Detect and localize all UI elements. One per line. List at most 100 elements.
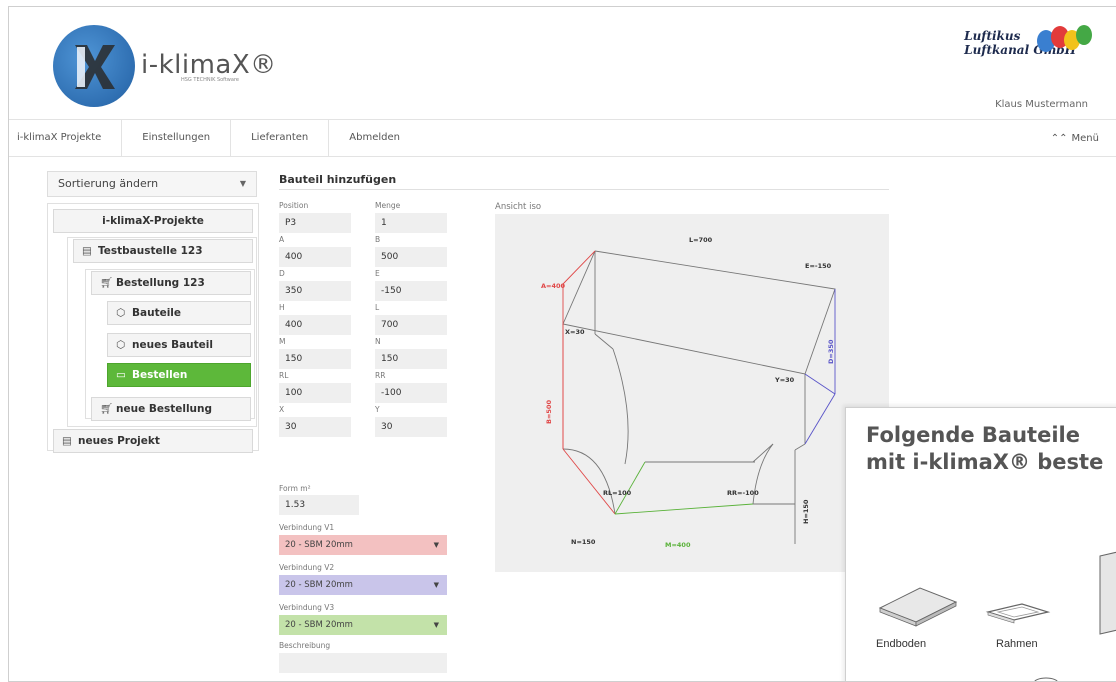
main-nav: i-klimaX Projekte Einstellungen Lieferan…	[9, 119, 1116, 157]
form-area-field[interactable]: 1.53	[279, 495, 359, 515]
nav-projects[interactable]: i-klimaX Projekte	[9, 119, 123, 157]
dropdown-arrow-icon: ▼	[433, 541, 439, 549]
tree-new-order-label: neue Bestellung	[116, 403, 213, 415]
app-logo[interactable]: i-klimaX® HSG TECHNIK Software	[53, 25, 277, 107]
field-a-label: A	[279, 235, 285, 244]
dim-a: A=400	[541, 282, 566, 290]
tree-site-label: Testbaustelle 123	[98, 245, 203, 257]
field-n-input[interactable]: 150	[375, 349, 447, 369]
dim-rr: RR=-100	[727, 489, 759, 497]
field-menge-input[interactable]: 1	[375, 213, 447, 233]
v2-select[interactable]: 20 - SBM 20mm ▼	[279, 575, 447, 595]
field-l-label: L	[375, 303, 380, 312]
promo-title: Folgende Bauteile mit i-klimaX® beste	[866, 422, 1103, 476]
tree-root[interactable]: i-klimaX-Projekte	[53, 209, 253, 233]
dim-n: N=150	[571, 538, 596, 546]
dim-rl: RL=100	[603, 489, 632, 497]
field-h-input[interactable]: 400	[279, 315, 351, 335]
sort-dropdown[interactable]: Sortierung ändern ▼	[47, 171, 257, 197]
field-position-label: Position	[279, 201, 309, 210]
field-x-input[interactable]: 30	[279, 417, 351, 437]
promo-item-rahmen[interactable]: Rahmen	[996, 638, 1038, 650]
menu-chevron-icon: ⌃⌃	[1050, 133, 1068, 144]
dim-h: H=150	[802, 499, 810, 524]
kanal-image	[1099, 551, 1116, 635]
dim-b: B=500	[545, 400, 553, 424]
dim-e: E=-150	[805, 262, 832, 270]
view-label: Ansicht iso	[495, 202, 542, 212]
tree-site[interactable]: ▤ Testbaustelle 123	[73, 239, 253, 263]
promo-title-line-1: Folgende Bauteile	[866, 423, 1080, 447]
dim-y: Y=30	[774, 376, 795, 384]
part-image	[1034, 677, 1058, 681]
field-m-input[interactable]: 150	[279, 349, 351, 369]
v1-value: 20 - SBM 20mm	[285, 540, 353, 550]
dim-d: D=350	[827, 339, 835, 364]
rahmen-image	[985, 603, 1051, 624]
duct-iso-drawing: L=700 E=-150 A=400 X=30 D=350 Y=30 B=500…	[541, 236, 836, 549]
form-title: Bauteil hinzufügen	[279, 173, 397, 186]
app-frame: i-klimaX® HSG TECHNIK Software Luftikus …	[8, 6, 1116, 682]
iso-view-canvas: L=700 E=-150 A=400 X=30 D=350 Y=30 B=500…	[495, 214, 889, 572]
promo-title-line-2: mit i-klimaX® beste	[866, 450, 1104, 474]
x-logo-icon	[75, 45, 115, 89]
v3-select[interactable]: 20 - SBM 20mm ▼	[279, 615, 447, 635]
chat-icon: ▭	[116, 369, 126, 381]
tree-new-part[interactable]: ⬡ neues Bauteil	[107, 333, 251, 357]
field-position-input[interactable]: P3	[279, 213, 351, 233]
tree-order[interactable]: 🛒︎ Bestellung 123	[91, 271, 251, 295]
field-a-input[interactable]: 400	[279, 247, 351, 267]
cart-icon: 🛒︎	[100, 277, 114, 289]
field-d-label: D	[279, 269, 285, 278]
tree-checkout[interactable]: ▭ Bestellen	[107, 363, 251, 387]
dim-x: X=30	[565, 328, 585, 336]
tree-new-project[interactable]: ▤ neues Projekt	[53, 429, 253, 453]
field-y-label: Y	[375, 405, 380, 414]
tree-parts-label: Bauteile	[132, 307, 182, 319]
field-d-input[interactable]: 350	[279, 281, 351, 301]
v1-select[interactable]: 20 - SBM 20mm ▼	[279, 535, 447, 555]
dim-m: M=400	[665, 541, 691, 549]
user-name[interactable]: Klaus Mustermann	[995, 99, 1088, 110]
endboden-image	[878, 587, 958, 627]
building-icon: ▤	[62, 435, 72, 447]
field-n-label: N	[375, 337, 381, 346]
field-l-input[interactable]: 700	[375, 315, 447, 335]
dropdown-arrow-icon: ▼	[239, 179, 246, 188]
nav-logout[interactable]: Abmelden	[329, 119, 420, 157]
tree-new-part-label: neues Bauteil	[132, 339, 214, 351]
v1-label: Verbindung V1	[279, 523, 335, 532]
nav-settings[interactable]: Einstellungen	[122, 119, 232, 157]
field-rr-input[interactable]: -100	[375, 383, 447, 403]
cube-icon: ⬡	[116, 307, 126, 319]
form-area-label: Form m²	[279, 484, 311, 493]
dim-l: L=700	[689, 236, 713, 244]
tree-new-project-label: neues Projekt	[78, 435, 160, 447]
field-b-input[interactable]: 500	[375, 247, 447, 267]
field-m-label: M	[279, 337, 286, 346]
v2-value: 20 - SBM 20mm	[285, 580, 353, 590]
tree-parts[interactable]: ⬡ Bauteile	[107, 301, 251, 325]
promo-panel[interactable]: Folgende Bauteile mit i-klimaX® beste En…	[845, 407, 1116, 681]
dropdown-arrow-icon: ▼	[433, 581, 439, 589]
v3-value: 20 - SBM 20mm	[285, 620, 353, 630]
field-y-input[interactable]: 30	[375, 417, 447, 437]
field-e-input[interactable]: -150	[375, 281, 447, 301]
dropdown-arrow-icon: ▼	[433, 621, 439, 629]
tree-new-order[interactable]: 🛒︎ neue Bestellung	[91, 397, 251, 421]
field-rl-input[interactable]: 100	[279, 383, 351, 403]
logo-emblem	[53, 25, 135, 107]
field-rl-label: RL	[279, 371, 289, 380]
balloons-icon	[1037, 25, 1092, 52]
cart-icon: 🛒︎	[100, 403, 114, 415]
field-x-label: X	[279, 405, 285, 414]
nav-suppliers[interactable]: Lieferanten	[231, 119, 330, 157]
description-field[interactable]	[279, 653, 447, 673]
tree-checkout-label: Bestellen	[132, 369, 188, 381]
field-e-label: E	[375, 269, 380, 278]
field-h-label: H	[279, 303, 285, 312]
description-label: Beschreibung	[279, 641, 331, 650]
menu-button[interactable]: ⌃⌃ Menü	[1051, 120, 1099, 158]
promo-item-endboden[interactable]: Endboden	[876, 638, 926, 650]
cube-icon: ⬡	[116, 339, 126, 351]
